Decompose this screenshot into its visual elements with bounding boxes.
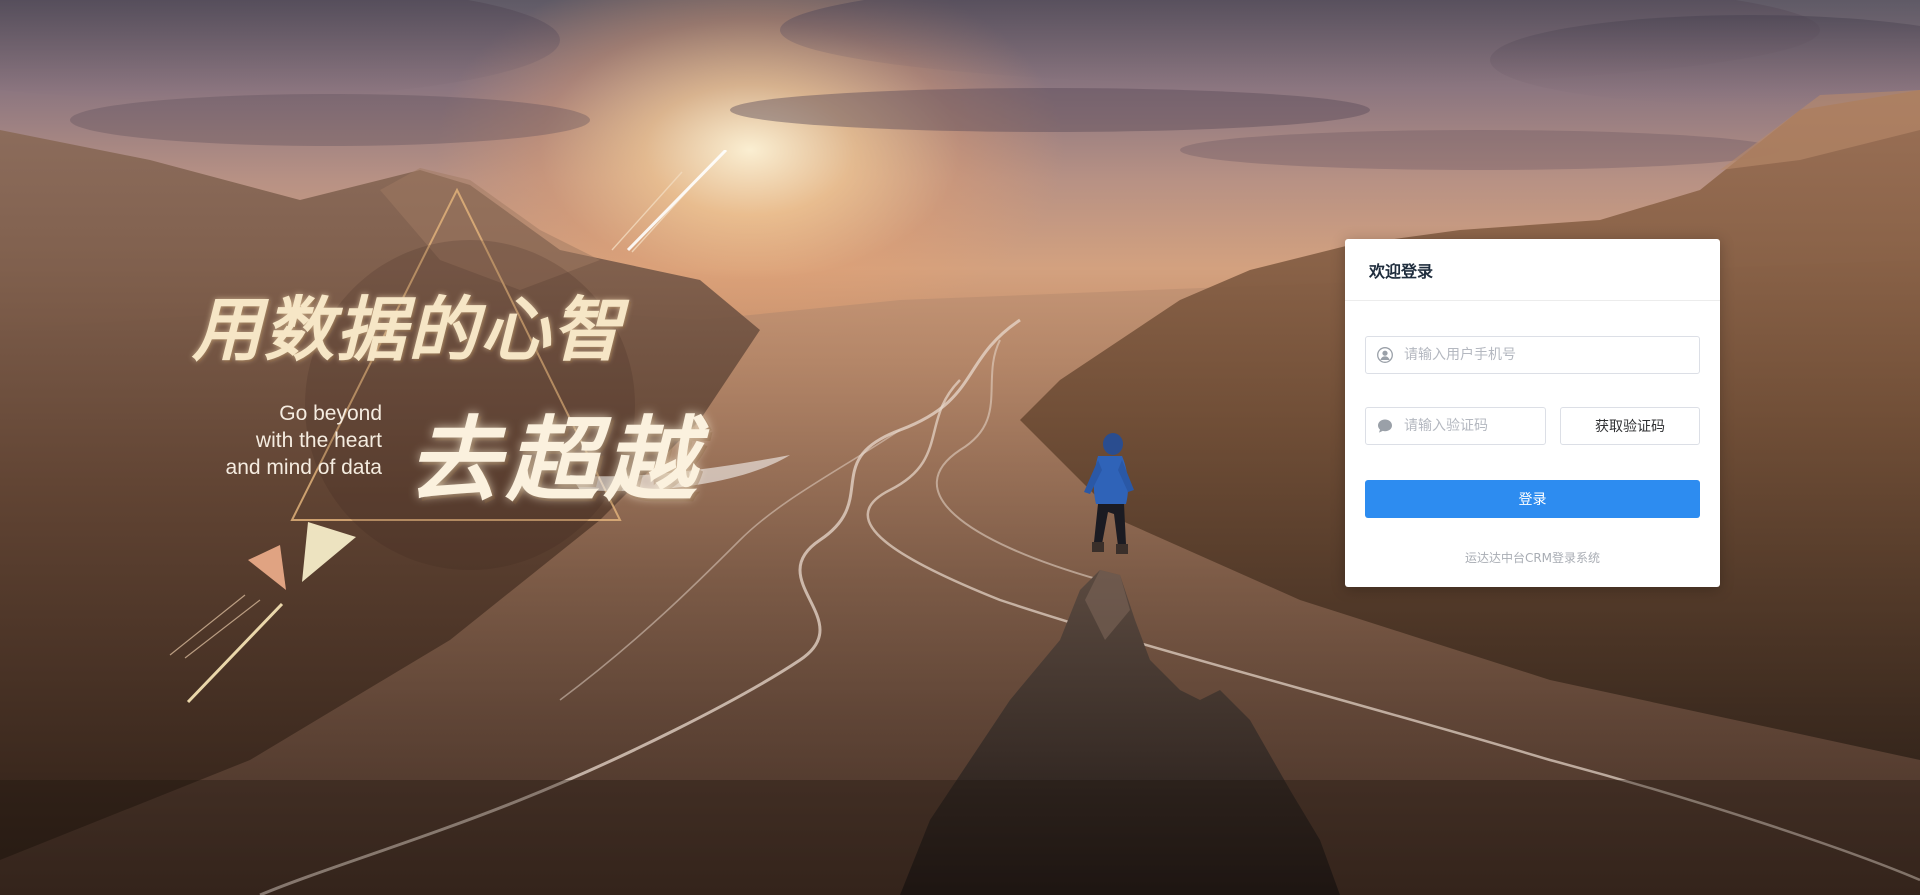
hiker-figure — [1084, 433, 1134, 554]
slogan-english-line: Go beyond — [279, 402, 382, 425]
login-card: 欢迎登录 获取验证码 登录 运达达中台CRM登录系统 — [1345, 239, 1720, 587]
slogan-calligraphy-line2: 去超越 — [408, 406, 703, 514]
code-field[interactable] — [1365, 407, 1546, 445]
user-icon — [1376, 346, 1394, 364]
slogan-calligraphy-line1: 用数据的心智 — [192, 288, 624, 371]
system-name-footer: 运达达中台CRM登录系统 — [1464, 551, 1601, 565]
login-title: 欢迎登录 — [1369, 261, 1434, 281]
slogan-english: Go beyond with the heart and mind of dat… — [190, 400, 382, 481]
slogan-english-line: and mind of data — [225, 456, 382, 479]
login-button[interactable]: 登录 — [1365, 480, 1700, 518]
login-card-header: 欢迎登录 — [1345, 239, 1720, 301]
hero-slogan: 用数据的心智 Go beyond with the heart and mind… — [150, 150, 830, 710]
chat-bubble-icon — [1376, 417, 1394, 435]
get-code-button[interactable]: 获取验证码 — [1560, 407, 1700, 445]
phone-field[interactable] — [1365, 336, 1700, 374]
phone-input[interactable] — [1402, 346, 1689, 364]
slogan-english-line: with the heart — [255, 429, 382, 452]
login-page: 用数据的心智 Go beyond with the heart and mind… — [0, 0, 1920, 895]
code-input[interactable] — [1402, 417, 1535, 435]
